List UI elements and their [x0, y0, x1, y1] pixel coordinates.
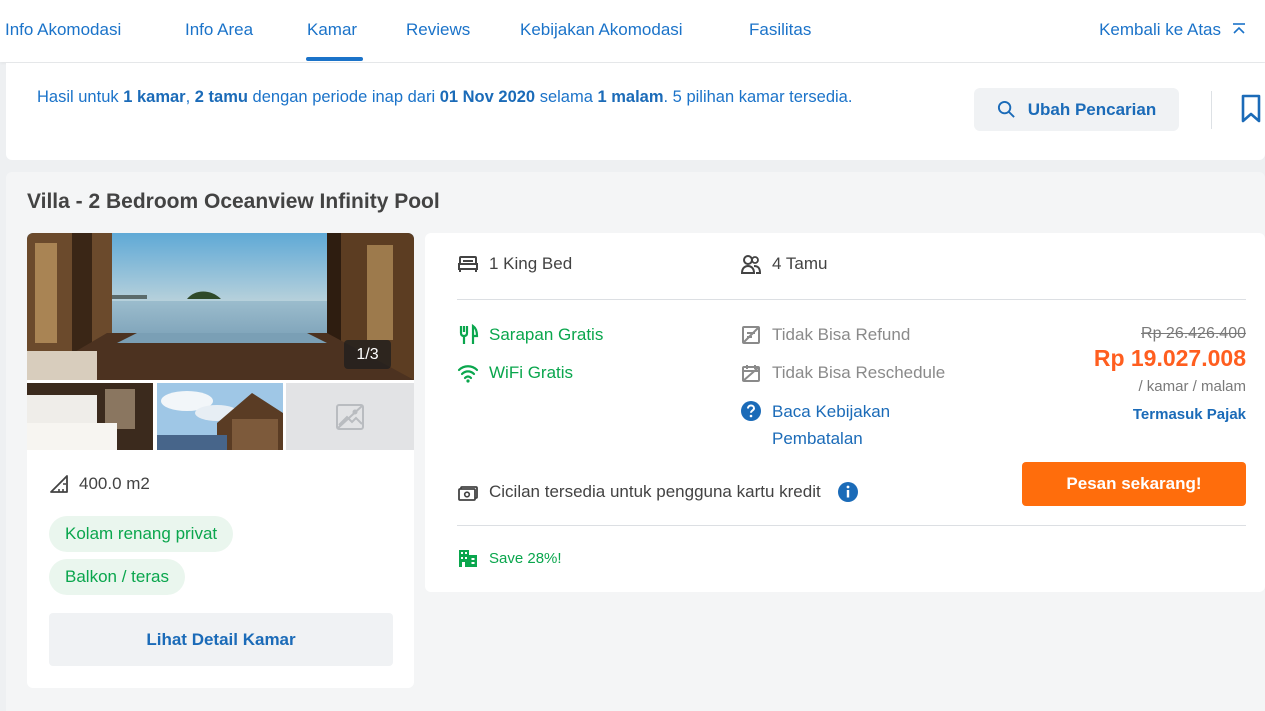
photo-counter: 1/3 [344, 340, 391, 369]
room-card: Villa - 2 Bedroom Oceanview Infinity Poo… [6, 172, 1265, 711]
savings-label: Save 28%! [489, 549, 562, 567]
divider [457, 299, 1246, 300]
original-price: Rp 26.426.400 [1141, 325, 1246, 342]
room-gallery-card: 1/3 400.0 m2 Kolam renang privat Balkon … [27, 233, 414, 688]
cancellation-policy-label: Baca Kebijakan Pembatalan [772, 402, 891, 448]
breakfast-label: Sarapan Gratis [489, 325, 604, 344]
room-rate-card: 1 King Bed 4 Tamu Sarapan Gratis WiFi Gr… [425, 233, 1265, 592]
amenity-chip-balcony: Balkon / teras [49, 559, 185, 595]
change-search-button[interactable]: Ubah Pencarian [974, 88, 1179, 131]
divider [1211, 91, 1212, 129]
tab-fasilitas[interactable]: Fasilitas [749, 20, 811, 40]
room-size: 400.0 m2 [49, 474, 150, 494]
room-thumbnail-2[interactable] [157, 383, 283, 450]
amenity-chip-pool: Kolam renang privat [49, 516, 234, 552]
credit-card-icon [458, 486, 478, 501]
room-size-icon [50, 475, 68, 493]
room-main-photo[interactable]: 1/3 [27, 233, 414, 380]
search-summary-text: Hasil untuk 1 kamar, 2 tamu dengan perio… [37, 88, 853, 106]
guest-capacity-label: 4 Tamu [772, 254, 828, 273]
search-summary: Hasil untuk 1 kamar, 2 tamu dengan perio… [6, 63, 1265, 160]
bed-icon [458, 256, 478, 272]
section-nav: Info Akomodasi Info Area Kamar Reviews K… [0, 0, 1265, 62]
bed-info: 1 King Bed [457, 253, 572, 275]
tab-reviews[interactable]: Reviews [406, 20, 470, 40]
price-unit: / kamar / malam [1138, 378, 1246, 395]
bedroom-image [27, 383, 153, 450]
wifi-info: WiFi Gratis [457, 362, 573, 384]
active-tab-indicator [306, 57, 363, 61]
room-detail-button[interactable]: Lihat Detail Kamar [49, 613, 393, 666]
breakfast-info: Sarapan Gratis [457, 324, 603, 346]
tab-kebijakan-akomodasi[interactable]: Kebijakan Akomodasi [520, 20, 683, 40]
question-icon [741, 401, 761, 421]
tax-included-link[interactable]: Termasuk Pajak [1133, 406, 1246, 423]
bookmark-icon[interactable] [1240, 94, 1262, 124]
wifi-label: WiFi Gratis [489, 363, 574, 382]
info-icon[interactable] [837, 481, 859, 503]
tab-kamar[interactable]: Kamar [307, 20, 357, 40]
book-now-button[interactable]: Pesan sekarang! [1022, 462, 1246, 506]
tab-info-area[interactable]: Info Area [185, 20, 253, 40]
savings-badge: Save 28%! [457, 547, 562, 569]
cancellation-policy-link[interactable]: Baca Kebijakan Pembatalan [740, 398, 912, 452]
divider [457, 525, 1246, 526]
installment-label: Cicilan tersedia untuk pengguna kartu kr… [489, 482, 821, 501]
room-thumbnail-1[interactable] [27, 383, 153, 450]
back-to-top-label: Kembali ke Atas [1099, 20, 1221, 39]
tab-info-akomodasi[interactable]: Info Akomodasi [5, 20, 121, 40]
wifi-icon [457, 365, 479, 383]
guest-capacity: 4 Tamu [740, 253, 827, 275]
bed-label: 1 King Bed [489, 254, 573, 273]
final-price: Rp 19.027.008 [1093, 345, 1246, 371]
reschedule-policy: Tidak Bisa Reschedule [740, 362, 945, 384]
room-title: Villa - 2 Bedroom Oceanview Infinity Poo… [27, 190, 440, 213]
refund-policy: Tidak Bisa Refund [740, 324, 910, 346]
chevron-up-icon [1233, 23, 1245, 34]
no-refund-icon [742, 326, 760, 344]
building-icon [459, 550, 477, 567]
image-placeholder-icon [336, 403, 364, 430]
no-reschedule-icon [742, 365, 760, 382]
reschedule-label: Tidak Bisa Reschedule [772, 363, 946, 382]
installment-info: Cicilan tersedia untuk pengguna kartu kr… [457, 481, 859, 503]
back-to-top-link[interactable]: Kembali ke Atas [1099, 20, 1247, 40]
room-thumbnail-more[interactable] [286, 383, 414, 450]
guests-icon [740, 255, 762, 274]
fork-icon [459, 324, 479, 344]
refund-label: Tidak Bisa Refund [772, 325, 911, 344]
villa-exterior-image [157, 383, 283, 450]
room-size-value: 400.0 m2 [79, 474, 150, 493]
change-search-label: Ubah Pencarian [1027, 99, 1157, 119]
search-icon [997, 100, 1015, 118]
